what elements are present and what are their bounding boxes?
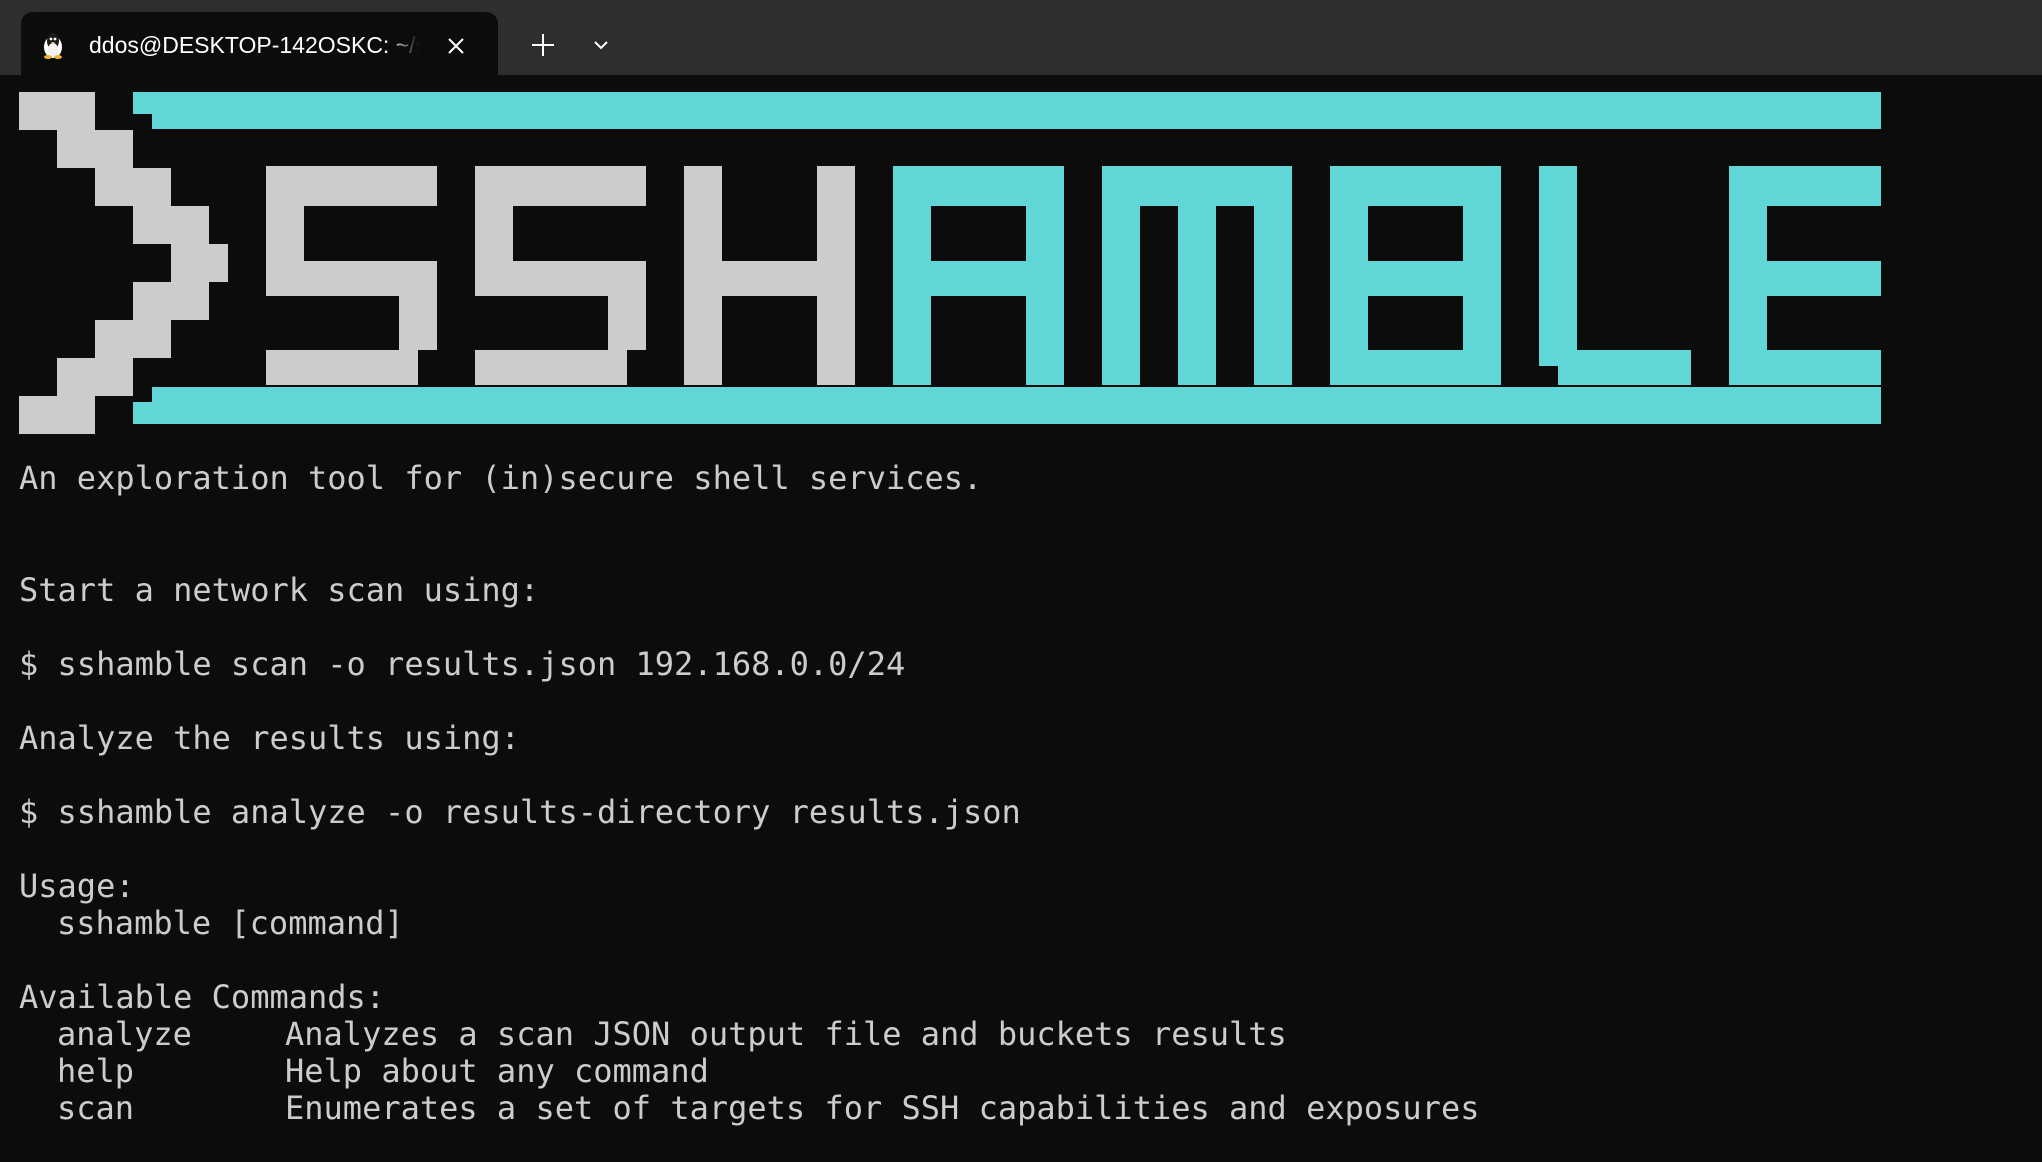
terminal-output[interactable]: An exploration tool for (in)secure shell… xyxy=(0,75,2042,1162)
new-tab-plus-icon[interactable] xyxy=(524,26,562,64)
usage-value: sshamble [command] xyxy=(57,904,404,942)
linux-penguin-icon xyxy=(44,33,62,59)
command-name: help xyxy=(57,1052,135,1090)
command-row: analyze Analyzes a scan JSON output file … xyxy=(19,1016,1287,1053)
usage-header: Usage: xyxy=(19,867,135,905)
tagline-text: An exploration tool for (in)secure shell… xyxy=(19,459,983,497)
scan-intro-text: Start a network scan using: xyxy=(19,571,540,609)
analyze-command-text: $ sshamble analyze -o results-directory … xyxy=(19,793,1021,831)
command-row: scan Enumerates a set of targets for SSH … xyxy=(19,1090,1479,1127)
tab-bar: ddos@DESKTOP-142OSKC: ~/s xyxy=(0,0,2042,75)
close-tab-icon[interactable] xyxy=(440,30,472,62)
command-name: analyze xyxy=(57,1015,192,1053)
analyze-intro-text: Analyze the results using: xyxy=(19,719,520,757)
command-row: help Help about any command xyxy=(19,1053,709,1090)
sshamble-logo xyxy=(19,92,1881,434)
command-name: scan xyxy=(57,1089,135,1127)
scan-command-text: $ sshamble scan -o results.json 192.168.… xyxy=(19,645,906,683)
tab-title: ddos@DESKTOP-142OSKC: ~/s xyxy=(89,28,419,62)
terminal-window: ddos@DESKTOP-142OSKC: ~/s An exploration… xyxy=(0,0,2042,1162)
commands-header: Available Commands: xyxy=(19,978,386,1016)
chevron-down-icon[interactable] xyxy=(584,28,618,62)
command-description: Analyzes a scan JSON output file and buc… xyxy=(285,1015,1287,1053)
command-description: Help about any command xyxy=(285,1052,709,1090)
command-description: Enumerates a set of targets for SSH capa… xyxy=(285,1089,1480,1127)
